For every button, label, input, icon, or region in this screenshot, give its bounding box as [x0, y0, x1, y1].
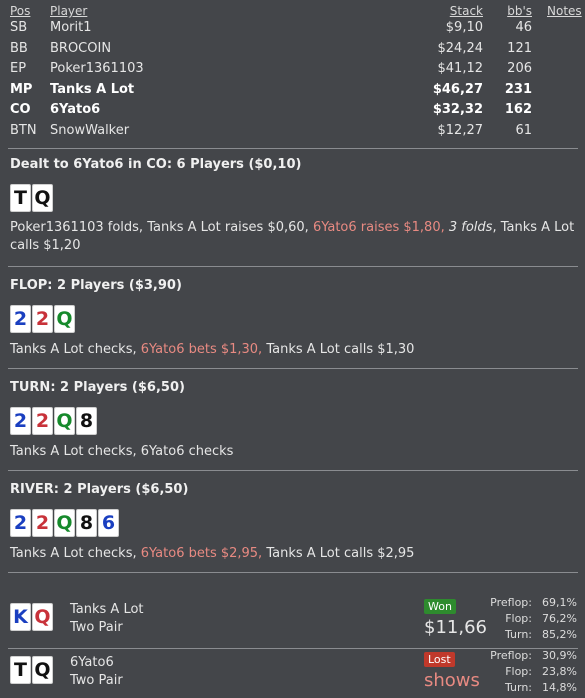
fold-count: 3 folds — [448, 220, 493, 235]
playing-card: 6 — [98, 509, 119, 537]
playing-card: 2 — [10, 509, 31, 537]
equity-label: Flop: — [505, 612, 532, 625]
header-bbs[interactable]: bb's — [507, 4, 532, 18]
flop-title: FLOP: 2 Players ($3,90) — [10, 278, 182, 293]
player-bbs: 206 — [507, 61, 532, 76]
equity-value: 85,2% — [542, 628, 577, 641]
action-text: Tanks A Lot checks, — [10, 546, 141, 561]
player-bbs: 46 — [515, 20, 532, 35]
player-stack: $24,24 — [437, 40, 484, 56]
showdown-hand: Two Pair — [70, 673, 123, 688]
action-text: Tanks A Lot calls $2,95 — [266, 546, 415, 561]
player-stack: $12,27 — [437, 122, 484, 138]
hero-action: 6Yato6 raises $1,80, — [312, 220, 449, 235]
player-stack: $32,32 — [432, 102, 483, 117]
divider — [8, 368, 578, 369]
won-amount: $11,66 — [424, 617, 487, 638]
turn-title: TURN: 2 Players ($6,50) — [10, 380, 185, 395]
showdown-cards: KQ — [10, 603, 53, 631]
equity-label: Preflop: — [490, 596, 532, 609]
player-pos: MP — [10, 81, 33, 97]
playing-card: 2 — [32, 305, 53, 333]
flop-actions: Tanks A Lot checks, 6Yato6 bets $1,30, T… — [10, 341, 575, 359]
player-pos: CO — [10, 102, 31, 117]
playing-card: Q — [54, 305, 75, 333]
showdown-cards: TQ — [10, 656, 53, 684]
player-bbs: 121 — [507, 40, 532, 56]
player-stack: $46,27 — [432, 81, 483, 97]
player-pos: EP — [10, 61, 27, 76]
playing-card: Q — [54, 407, 75, 435]
playing-card: T — [10, 184, 31, 212]
equity-label: Turn: — [504, 628, 532, 641]
hole-cards: TQ — [10, 184, 53, 212]
header-pos[interactable]: Pos — [10, 4, 30, 18]
player-pos: SB — [10, 20, 28, 35]
equity-value: 30,9% — [542, 649, 577, 662]
player-bbs: 61 — [515, 122, 532, 138]
player-name[interactable]: BROCOIN — [50, 41, 111, 56]
playing-card: Q — [32, 603, 53, 631]
equity-label: Flop: — [505, 665, 532, 678]
player-name[interactable]: Morit1 — [50, 20, 92, 35]
showdown-hand: Two Pair — [70, 620, 123, 635]
playing-card: K — [10, 603, 31, 631]
action-text: Poker1361103 folds, Tanks A Lot raises $… — [10, 220, 313, 235]
playing-card: 2 — [10, 407, 31, 435]
header-player[interactable]: Player — [50, 4, 87, 18]
player-pos: BTN — [10, 122, 37, 138]
divider — [8, 572, 578, 573]
action-text: Tanks A Lot calls $1,30 — [266, 342, 415, 357]
player-name[interactable]: 6Yato6 — [50, 102, 100, 117]
equity-value: 69,1% — [542, 596, 577, 609]
shows-label: shows — [424, 670, 480, 691]
playing-card: T — [10, 656, 31, 684]
flop-cards: 22Q — [10, 305, 75, 333]
preflop-title: Dealt to 6Yato6 in CO: 6 Players ($0,10) — [10, 157, 302, 172]
player-bbs: 162 — [504, 102, 532, 117]
player-name[interactable]: Tanks A Lot — [50, 82, 134, 97]
divider — [8, 470, 578, 471]
playing-card: Q — [32, 184, 53, 212]
divider — [8, 148, 578, 149]
divider — [8, 266, 578, 267]
turn-cards: 22Q8 — [10, 407, 97, 435]
player-stack: $41,12 — [437, 61, 484, 76]
playing-card: 2 — [32, 509, 53, 537]
playing-card: 2 — [10, 305, 31, 333]
hero-action: 6Yato6 bets $1,30, — [140, 342, 267, 357]
equity-value: 14,8% — [542, 681, 577, 694]
player-name[interactable]: Poker1361103 — [50, 61, 144, 76]
river-title: RIVER: 2 Players ($6,50) — [10, 482, 189, 497]
lost-badge: Lost — [424, 652, 455, 667]
player-bbs: 231 — [504, 81, 532, 97]
playing-card: 2 — [32, 407, 53, 435]
showdown-player-name: 6Yato6 — [70, 655, 114, 670]
equity-value: 23,8% — [542, 665, 577, 678]
playing-card: Q — [32, 656, 53, 684]
won-badge: Won — [424, 599, 456, 614]
river-cards: 22Q86 — [10, 509, 119, 537]
player-name[interactable]: SnowWalker — [50, 123, 129, 138]
player-pos: BB — [10, 40, 28, 56]
equity-label: Turn: — [504, 681, 532, 694]
action-text: Tanks A Lot checks, 6Yato6 checks — [10, 444, 234, 459]
playing-card: Q — [54, 509, 75, 537]
preflop-actions: Poker1361103 folds, Tanks A Lot raises $… — [10, 219, 575, 255]
river-actions: Tanks A Lot checks, 6Yato6 bets $2,95, T… — [10, 545, 575, 563]
header-stack[interactable]: Stack — [450, 4, 483, 18]
equity-value: 76,2% — [542, 612, 577, 625]
turn-actions: Tanks A Lot checks, 6Yato6 checks — [10, 443, 575, 461]
showdown-player-name: Tanks A Lot — [70, 602, 144, 617]
hero-action: 6Yato6 bets $2,95, — [140, 546, 267, 561]
playing-card: 8 — [76, 407, 97, 435]
action-text: Tanks A Lot checks, — [10, 342, 141, 357]
header-notes[interactable]: Notes — [547, 4, 582, 18]
equity-label: Preflop: — [490, 649, 532, 662]
playing-card: 8 — [76, 509, 97, 537]
player-stack: $9,10 — [445, 20, 483, 35]
